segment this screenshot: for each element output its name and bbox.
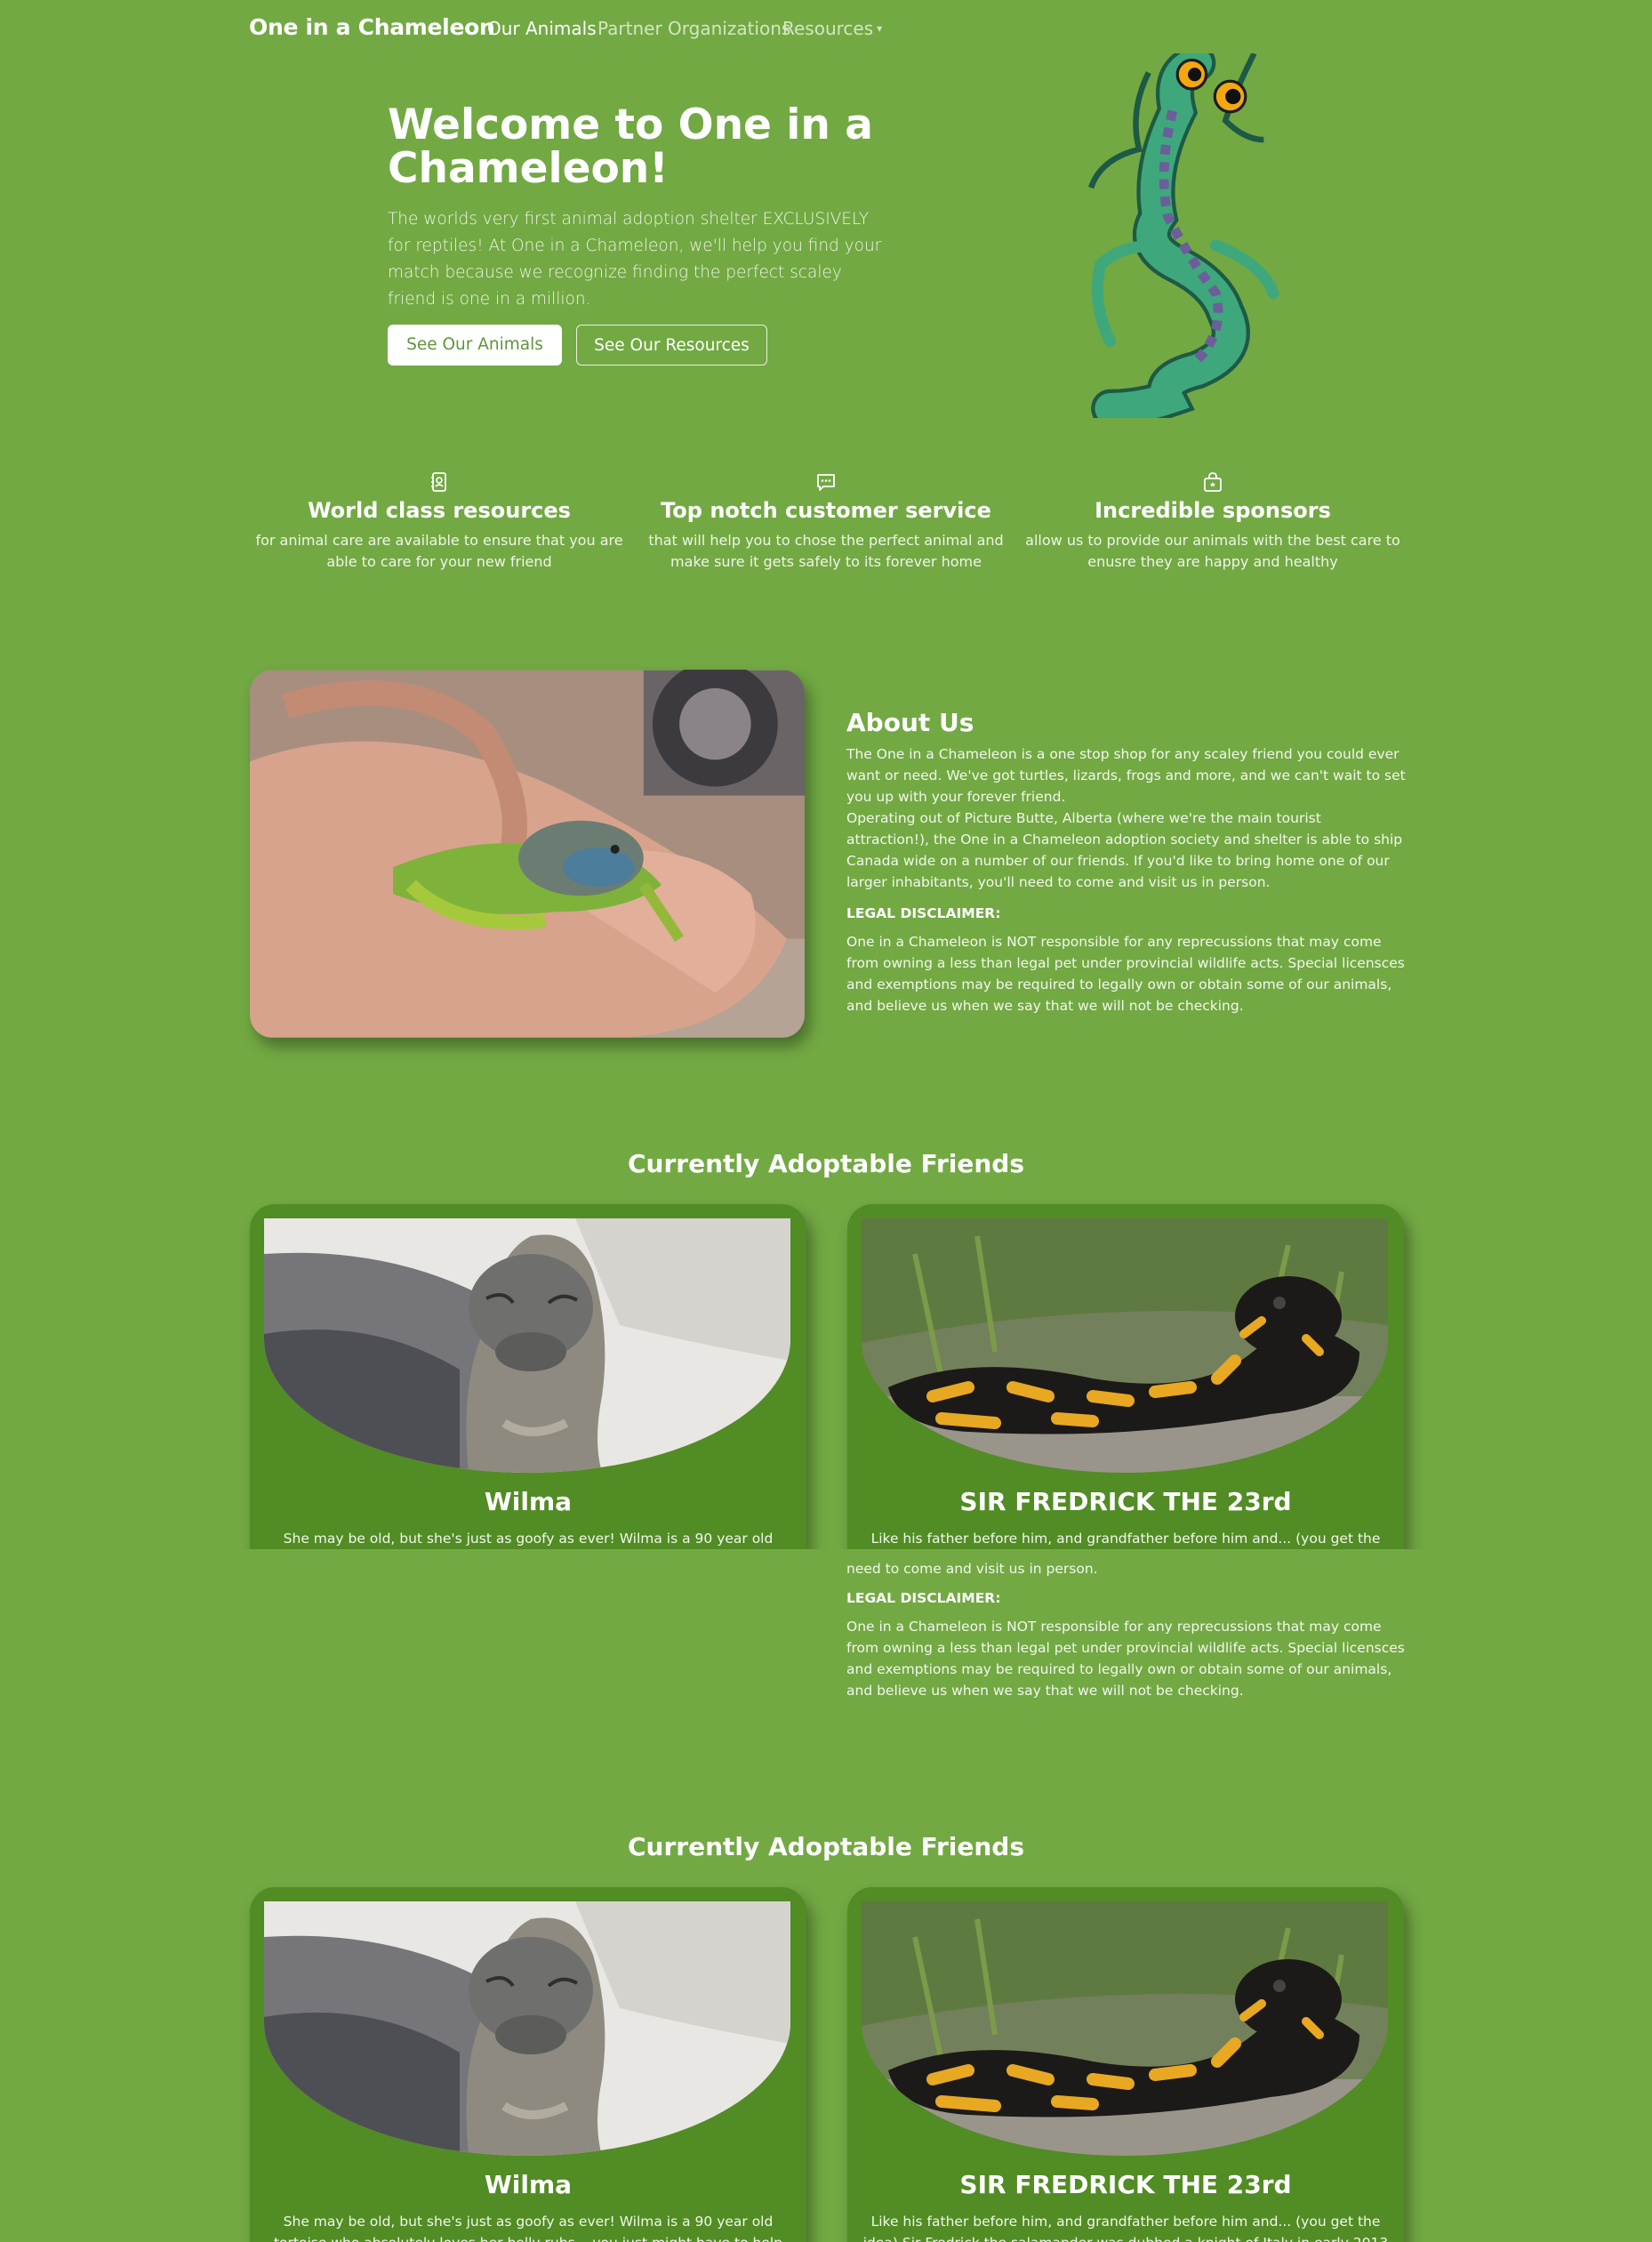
card-image (264, 1901, 790, 2156)
nav-resources-dropdown[interactable]: Resources ▾ (782, 18, 882, 39)
disclaimer-text: One in a Chameleon is NOT responsible fo… (846, 934, 1405, 1014)
nav-partner-organizations[interactable]: Partner Organizations (597, 18, 790, 39)
shopping-bag-icon (1204, 472, 1222, 492)
disclaimer-title: LEGAL DISCLAIMER: (846, 1590, 1001, 1606)
feature-title: Incredible sponsors (1095, 498, 1331, 523)
card-text: She may be old, but she's just as goofy … (283, 1531, 774, 1547)
about-paragraph-1: The One in a Chameleon is a one stop sho… (846, 746, 1406, 805)
brand-logo[interactable]: One in a Chameleon (249, 14, 495, 40)
animal-card-sir-fredrick[interactable]: SIR FREDRICK THE 23rd Like his father be… (847, 1204, 1404, 1549)
salamander-image (862, 1901, 1388, 2156)
see-our-animals-button[interactable]: See Our Animals (388, 325, 562, 366)
friends-section: Wilma She may be old, but she's just as … (0, 1884, 1652, 2242)
feature-text: that will help you to chose the perfect … (648, 532, 1004, 570)
card-text: She may be old, but she's just as goofy … (274, 2214, 782, 2242)
feature-text: for animal care are available to ensure … (255, 532, 623, 570)
lizard-in-hand-image (250, 670, 805, 1038)
feature-customer-service: Top notch customer service that will hel… (635, 471, 1017, 573)
card-image (862, 1218, 1388, 1473)
chat-icon (817, 474, 835, 491)
chameleon-illustration (1076, 53, 1298, 418)
card-name: SIR FREDRICK THE 23rd (959, 2170, 1292, 2199)
chevron-down-icon: ▾ (877, 22, 883, 35)
see-our-resources-button[interactable]: See Our Resources (576, 325, 767, 366)
card-image (264, 1218, 790, 1473)
animal-card-wilma[interactable]: Wilma She may be old, but she's just as … (250, 1887, 806, 2242)
contact-book-icon (431, 472, 446, 492)
card-name: Wilma (484, 1487, 573, 1516)
card-text: Like his father before him, and grandfat… (863, 2214, 1389, 2242)
friends-section: Wilma She may be old, but she's just as … (0, 1201, 1652, 1549)
salamander-image (862, 1218, 1388, 1473)
nav-resources-label: Resources (782, 18, 874, 39)
about-photo (250, 670, 805, 1038)
feature-text: allow us to provide our animals with the… (1025, 532, 1400, 570)
card-name: Wilma (484, 2170, 573, 2199)
tortoise-image (264, 1218, 790, 1473)
friends-title: Currently Adoptable Friends (627, 1832, 1025, 1861)
disclaimer-text: One in a Chameleon is NOT responsible fo… (846, 1619, 1405, 1699)
repeated-about-region: need to come and visit us in person. LEG… (0, 1549, 1652, 1727)
feature-title: Top notch customer service (661, 498, 991, 523)
hero-title: Welcome to One in a Chameleon! (388, 100, 873, 193)
feature-sponsors: Incredible sponsors allow us to provide … (1022, 471, 1404, 573)
card-image (862, 1901, 1388, 2156)
card-text: Like his father before him, and grandfat… (870, 1531, 1381, 1547)
animal-card-wilma[interactable]: Wilma She may be old, but she's just as … (250, 1204, 806, 1549)
about-title: About Us (846, 708, 974, 737)
disclaimer-title: LEGAL DISCLAIMER: (846, 905, 1001, 921)
tortoise-image (264, 1901, 790, 2156)
nav-our-animals[interactable]: Our Animals (487, 18, 597, 39)
about-paragraph-tail: need to come and visit us in person. (846, 1561, 1098, 1577)
hero-text: The worlds very first animal adoption sh… (388, 210, 882, 309)
navbar: One in a Chameleon Our Animals Partner O… (0, 0, 1652, 59)
feature-resources: World class resources for animal care ar… (248, 471, 630, 573)
animal-card-sir-fredrick[interactable]: SIR FREDRICK THE 23rd Like his father be… (847, 1887, 1404, 2242)
card-name: SIR FREDRICK THE 23rd (959, 1487, 1292, 1516)
feature-title: World class resources (308, 498, 571, 523)
about-paragraph-2: Operating out of Picture Butte, Alberta … (846, 810, 1403, 890)
friends-title: Currently Adoptable Friends (627, 1149, 1025, 1178)
